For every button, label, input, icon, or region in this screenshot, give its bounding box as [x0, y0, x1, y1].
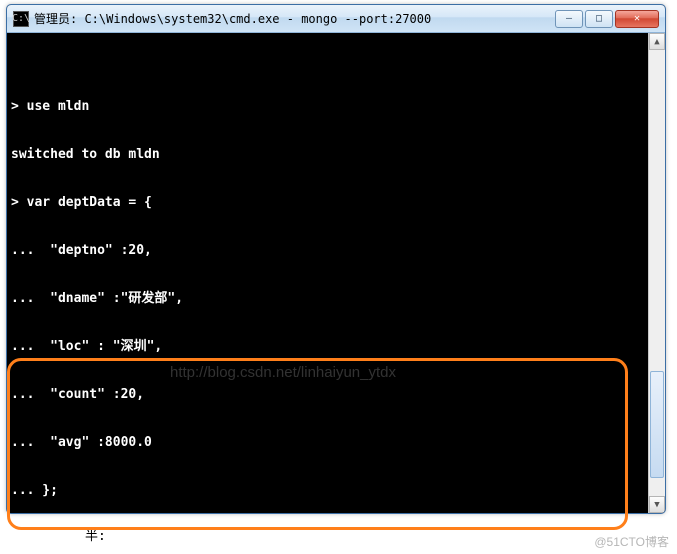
- scroll-down-button[interactable]: ▼: [649, 496, 665, 513]
- terminal-content: > use mldn switched to db mldn > var dep…: [11, 67, 661, 513]
- terminal-line: ... "avg" :8000.0: [11, 435, 643, 451]
- terminal-line: > var deptData = {: [11, 195, 643, 211]
- terminal-line: ... "loc" : "深圳",: [11, 339, 643, 355]
- terminal-client-area[interactable]: > use mldn switched to db mldn > var dep…: [7, 33, 665, 513]
- cmd-icon: C:\: [13, 11, 29, 27]
- footer-text: 半:: [85, 525, 106, 544]
- scroll-track[interactable]: [649, 50, 665, 496]
- vertical-scrollbar[interactable]: ▲ ▼: [648, 33, 665, 513]
- cto-watermark: @51CTO博客: [594, 533, 669, 550]
- terminal-line: ... "deptno" :20,: [11, 243, 643, 259]
- terminal-line: ... "dname" :"研发部",: [11, 291, 643, 307]
- terminal-line: ... };: [11, 483, 643, 499]
- terminal-line: switched to db mldn: [11, 147, 643, 163]
- cmd-window: C:\ 管理员: C:\Windows\system32\cmd.exe - m…: [6, 4, 666, 514]
- minimize-button[interactable]: —: [555, 10, 583, 28]
- window-controls: — □ ✕: [555, 10, 659, 28]
- scroll-up-button[interactable]: ▲: [649, 33, 665, 50]
- terminal-line: > use mldn: [11, 99, 643, 115]
- scroll-thumb[interactable]: [650, 371, 664, 478]
- terminal-line: ... "count" :20,: [11, 387, 643, 403]
- titlebar[interactable]: C:\ 管理员: C:\Windows\system32\cmd.exe - m…: [7, 5, 665, 33]
- window-title: 管理员: C:\Windows\system32\cmd.exe - mongo…: [34, 10, 555, 27]
- close-button[interactable]: ✕: [615, 10, 659, 28]
- maximize-button[interactable]: □: [585, 10, 613, 28]
